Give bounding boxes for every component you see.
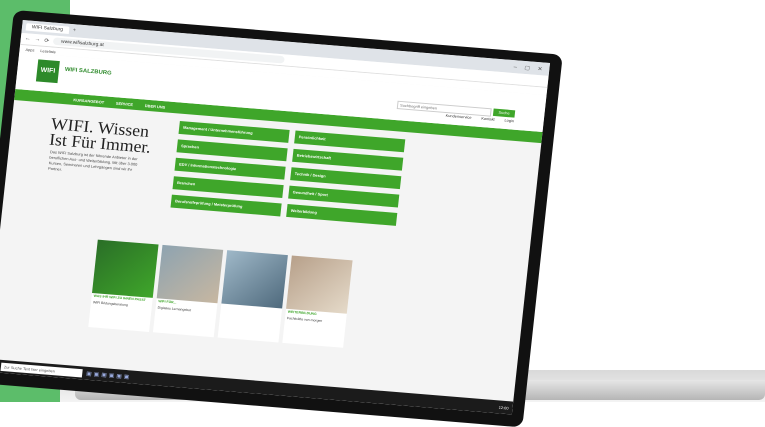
category-button[interactable]: EDV / Informationstechnologie: [174, 157, 286, 180]
promo-row: WAS IHR WIFI ZU IHNEN PASST WIFI Bildung…: [88, 239, 353, 348]
brand-name: WIFI SALZBURG: [64, 67, 112, 77]
nav-about[interactable]: ÜBER UNS: [145, 103, 166, 109]
new-tab-icon[interactable]: +: [72, 28, 76, 34]
browser-tab[interactable]: WIFI Salzburg: [25, 23, 70, 34]
category-button[interactable]: Branchen: [172, 176, 284, 199]
bookmark-reading-list[interactable]: Leseliste: [40, 48, 56, 54]
util-link-login[interactable]: Login: [504, 118, 514, 123]
promo-image-wifi: [92, 239, 159, 298]
nav-courses[interactable]: KURSANGEBOT: [73, 97, 104, 104]
category-button[interactable]: Gesundheit / Sport: [288, 185, 400, 208]
search-button[interactable]: Suche: [492, 108, 516, 118]
taskbar-search[interactable]: Zur Suche Text hier eingeben: [0, 362, 83, 378]
promo-card[interactable]: [217, 250, 288, 343]
nav-service[interactable]: SERVICE: [116, 100, 134, 106]
taskbar-apps-icon[interactable]: ▣▣▣▣▣▣: [86, 370, 132, 380]
back-icon[interactable]: ←: [24, 36, 30, 42]
forward-icon[interactable]: →: [34, 37, 40, 43]
promo-card[interactable]: WAS IHR WIFI ZU IHNEN PASST WIFI Bildung…: [88, 239, 159, 332]
taskbar-clock: 12:00: [498, 404, 509, 411]
category-button[interactable]: Berufsreifeprüfung / Meisterprüfung: [170, 194, 282, 217]
bookmark-apps[interactable]: Apps: [25, 47, 34, 52]
promo-card[interactable]: WEITERBILDUNG Fachkräfte von morgen: [282, 255, 353, 348]
promo-image-team: [286, 255, 353, 314]
category-button[interactable]: Technik / Design: [290, 167, 402, 190]
category-button[interactable]: Weiterbildung: [286, 204, 398, 226]
laptop-bezel: WIFI Salzburg + – ▢ ✕ ← → ⟳ www.wifisalz…: [0, 10, 563, 427]
laptop-screen: WIFI Salzburg + – ▢ ✕ ← → ⟳ www.wifisalz…: [0, 20, 551, 415]
category-button[interactable]: Sprachen: [176, 139, 288, 162]
reload-icon[interactable]: ⟳: [44, 37, 50, 44]
category-button[interactable]: Management / Unternehmensführung: [178, 121, 290, 143]
category-button[interactable]: Betriebswirtschaft: [292, 148, 404, 171]
category-button[interactable]: Persönlichkeit: [294, 130, 406, 153]
window-controls-icon[interactable]: – ▢ ✕: [513, 63, 545, 72]
windows-taskbar: ⊞ Zur Suche Text hier eingeben ▣▣▣▣▣▣ 12…: [0, 358, 514, 415]
promo-card[interactable]: WIFI FÜR... Digitales Lernangebot: [152, 244, 224, 338]
promo-image-office: [221, 250, 288, 309]
promo-image-people: [156, 244, 224, 304]
wifi-logo[interactable]: WIFI: [35, 59, 60, 84]
category-grid: Management / Unternehmensführung Persönl…: [170, 121, 406, 226]
